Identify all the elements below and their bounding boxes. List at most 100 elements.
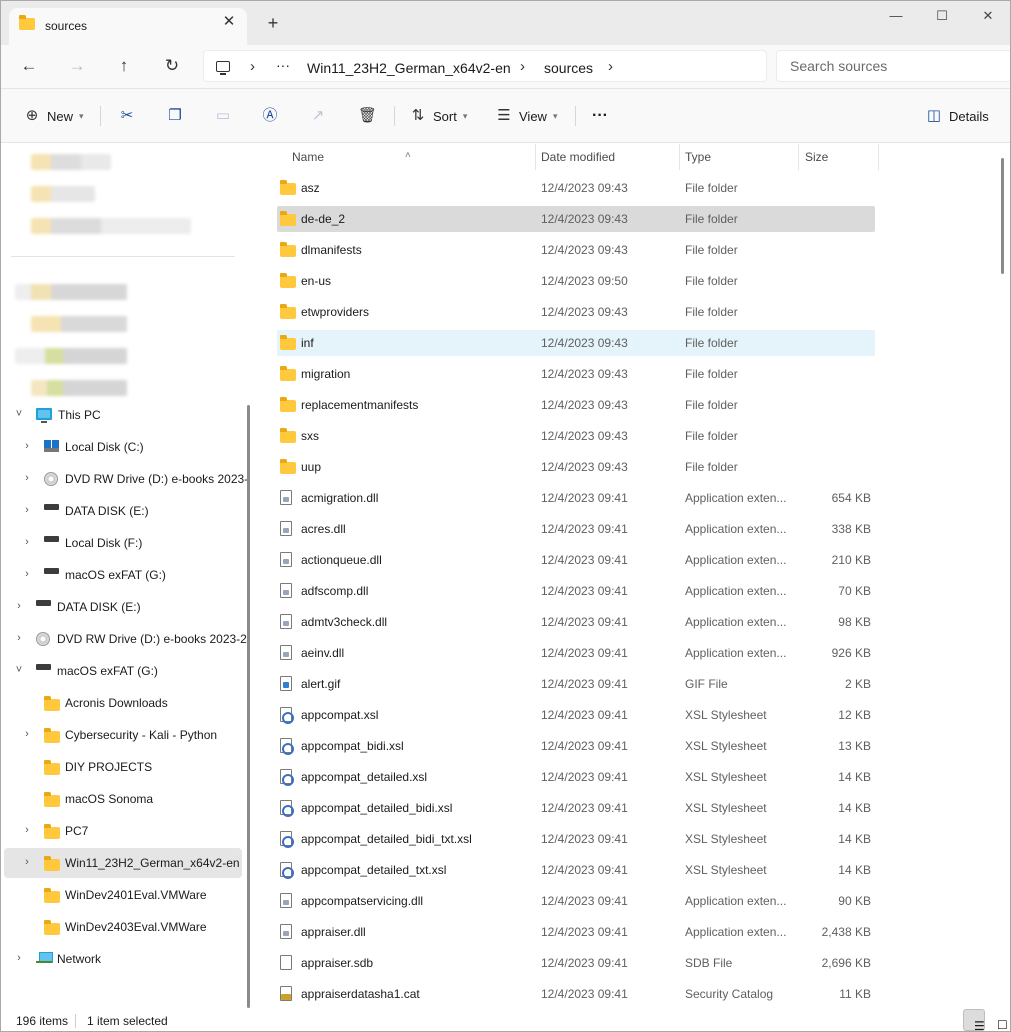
delete-button[interactable]: 🗑 [358, 104, 377, 128]
chevron-right-icon[interactable]: › [21, 728, 33, 740]
file-row[interactable]: de-de_2 12/4/2023 09:43 File folder [277, 206, 875, 232]
file-row[interactable]: appcompat_detailed_bidi_txt.xsl 12/4/2023… [277, 826, 875, 852]
chevron-right-icon[interactable]: › [21, 824, 33, 836]
chevron-right-icon[interactable]: › [21, 536, 33, 548]
chevron-right-icon[interactable]: › [13, 600, 25, 612]
chevron-right-icon[interactable]: › [21, 568, 33, 580]
chevron-right-icon[interactable]: › [13, 632, 25, 644]
file-row[interactable]: appcompat_detailed_txt.xsl 12/4/2023 09:4… [277, 857, 875, 883]
maximize-button[interactable]: ☐ [919, 5, 965, 29]
file-row[interactable]: admtv3check.dll 12/4/2023 09:41 Applicatio… [277, 609, 875, 635]
breadcrumb-separator[interactable]: › [608, 58, 613, 75]
chevron-down-icon[interactable]: ˅ [13, 408, 25, 420]
chevron-right-icon[interactable]: › [13, 952, 25, 964]
sidebar-scrollbar[interactable] [247, 405, 250, 1008]
file-row[interactable]: en-us 12/4/2023 09:50 File folder [277, 268, 875, 294]
copy-button[interactable]: ❐ [166, 104, 184, 128]
address-bar[interactable]: › ··· Win11_23H2_German_x64v2-en › sourc… [203, 50, 767, 82]
file-row[interactable]: adfscomp.dll 12/4/2023 09:41 Application e… [277, 578, 875, 604]
file-row[interactable]: appcompat_detailed.xsl 12/4/2023 09:41 XSL… [277, 764, 875, 790]
sidebar-item-pc7[interactable]: › PC7 [1, 816, 243, 846]
details-view-button[interactable]: ☰ [963, 1009, 985, 1031]
file-list-scrollbar[interactable] [1001, 158, 1004, 274]
file-row[interactable]: etwproviders 12/4/2023 09:43 File folder [277, 299, 875, 325]
sidebar-item-dvd-d[interactable]: › DVD RW Drive (D:) e-books 2023-20 [1, 624, 247, 654]
sidebar-item-data-disk-e[interactable]: › DATA DISK (E:) [1, 496, 243, 526]
cut-button[interactable]: ✂ [118, 104, 136, 128]
tab-sources[interactable]: sources ✕ [9, 8, 247, 45]
forward-button[interactable]: → [65, 55, 89, 79]
file-row[interactable]: appraiser.sdb 12/4/2023 09:41 SDB File 2,69… [277, 950, 875, 976]
tiles-view-button[interactable]: ☐ [986, 1009, 1008, 1031]
this-pc-icon[interactable] [216, 61, 230, 75]
column-divider[interactable] [798, 144, 799, 170]
minimize-button[interactable]: — [873, 5, 919, 29]
file-row[interactable]: actionqueue.dll 12/4/2023 09:41 Applicatio… [277, 547, 875, 573]
sidebar-item-dvd-d[interactable]: › DVD RW Drive (D:) e-books 2023-2 [1, 464, 247, 494]
search-input[interactable] [790, 58, 1000, 74]
sidebar-item-data-disk-e[interactable]: › DATA DISK (E:) [1, 592, 243, 622]
file-row[interactable]: appcompat.xsl 12/4/2023 09:41 XSL Styleshe… [277, 702, 875, 728]
sidebar-item-windev2403[interactable]: WinDev2403Eval.VMWare [1, 912, 243, 942]
sidebar-item-macos-sonoma[interactable]: macOS Sonoma [1, 784, 243, 814]
close-window-button[interactable]: ✕ [965, 5, 1010, 29]
breadcrumb-sources[interactable]: sources [544, 60, 593, 76]
paste-button[interactable]: ▭ [214, 104, 232, 128]
rename-button[interactable]: Ⓐ [261, 104, 279, 128]
view-button[interactable]: ☰ View ▾ [495, 104, 557, 128]
up-button[interactable]: ↑ [112, 55, 136, 79]
file-row[interactable]: appraiser.dll 12/4/2023 09:41 Application … [277, 919, 875, 945]
column-header-type[interactable]: Type [685, 150, 711, 164]
sidebar-item-macos-exfat-g[interactable]: ˅ macOS exFAT (G:) [1, 656, 243, 686]
file-row[interactable]: appraiserdatasha1.cat 12/4/2023 09:41 Secu… [277, 981, 875, 1007]
share-button[interactable]: ↗ [309, 104, 327, 128]
tab-close-icon[interactable]: ✕ [221, 14, 237, 30]
chevron-right-icon[interactable]: › [21, 440, 33, 452]
sidebar-item-diy-projects[interactable]: DIY PROJECTS [1, 752, 243, 782]
search-box[interactable] [776, 50, 1010, 82]
column-divider[interactable] [679, 144, 680, 170]
file-row[interactable]: alert.gif 12/4/2023 09:41 GIF File 2 KB [277, 671, 875, 697]
sidebar-item-network[interactable]: › Network [1, 944, 243, 974]
new-button[interactable]: ⊕ New ▾ [23, 104, 84, 128]
refresh-button[interactable]: ↻ [160, 55, 184, 79]
sidebar-item-macos-exfat-g[interactable]: › macOS exFAT (G:) [1, 560, 243, 590]
breadcrumb-win11-folder[interactable]: Win11_23H2_German_x64v2-en [307, 60, 511, 76]
file-row[interactable]: asz 12/4/2023 09:43 File folder [277, 175, 875, 201]
file-row[interactable]: replacementmanifests 12/4/2023 09:43 File … [277, 392, 875, 418]
sidebar-item-windev2401[interactable]: WinDev2401Eval.VMWare [1, 880, 243, 910]
column-header-name[interactable]: Name [292, 150, 324, 164]
file-row[interactable]: acmigration.dll 12/4/2023 09:41 Applicatio… [277, 485, 875, 511]
chevron-right-icon[interactable]: › [21, 504, 33, 516]
file-row[interactable]: sxs 12/4/2023 09:43 File folder [277, 423, 875, 449]
column-header-date[interactable]: Date modified [541, 150, 615, 164]
breadcrumb-separator[interactable]: › [250, 58, 255, 75]
file-row[interactable]: appcompat_bidi.xsl 12/4/2023 09:41 XSL Sty… [277, 733, 875, 759]
chevron-down-icon[interactable]: ˅ [13, 664, 25, 676]
column-header-size[interactable]: Size [805, 150, 828, 164]
sidebar-item-acronis-downloads[interactable]: Acronis Downloads [1, 688, 243, 718]
chevron-right-icon[interactable]: › [21, 856, 33, 868]
chevron-right-icon[interactable]: › [21, 472, 33, 484]
sidebar-item-local-disk-f[interactable]: › Local Disk (F:) [1, 528, 243, 558]
column-divider[interactable] [878, 144, 879, 170]
breadcrumb-overflow[interactable]: ··· [276, 57, 290, 73]
details-pane-button[interactable]: ◫ Details [925, 104, 989, 128]
breadcrumb-separator[interactable]: › [520, 58, 525, 75]
file-row[interactable]: appcompat_detailed_bidi.xsl 12/4/2023 09:… [277, 795, 875, 821]
back-button[interactable]: ← [17, 55, 41, 79]
more-options-button[interactable]: ··· [592, 104, 608, 128]
file-row[interactable]: appcompatservicing.dll 12/4/2023 09:41 App… [277, 888, 875, 914]
sidebar-item-cybersecurity[interactable]: › Cybersecurity - Kali - Python [1, 720, 243, 750]
file-row[interactable]: uup 12/4/2023 09:43 File folder [277, 454, 875, 480]
sidebar-item-win11-23h2[interactable]: › Win11_23H2_German_x64v2-en [4, 848, 242, 878]
new-tab-button[interactable]: + [263, 13, 283, 33]
file-row[interactable]: migration 12/4/2023 09:43 File folder [277, 361, 875, 387]
file-row[interactable]: inf 12/4/2023 09:43 File folder [277, 330, 875, 356]
column-divider[interactable] [535, 144, 536, 170]
sidebar-item-local-disk-c[interactable]: › Local Disk (C:) [1, 432, 243, 462]
sort-button[interactable]: ⇅ Sort ▾ [409, 104, 468, 128]
sidebar-item-this-pc[interactable]: ˅ This PC [1, 400, 243, 430]
file-row[interactable]: dlmanifests 12/4/2023 09:43 File folder [277, 237, 875, 263]
file-row[interactable]: aeinv.dll 12/4/2023 09:41 Application exte… [277, 640, 875, 666]
